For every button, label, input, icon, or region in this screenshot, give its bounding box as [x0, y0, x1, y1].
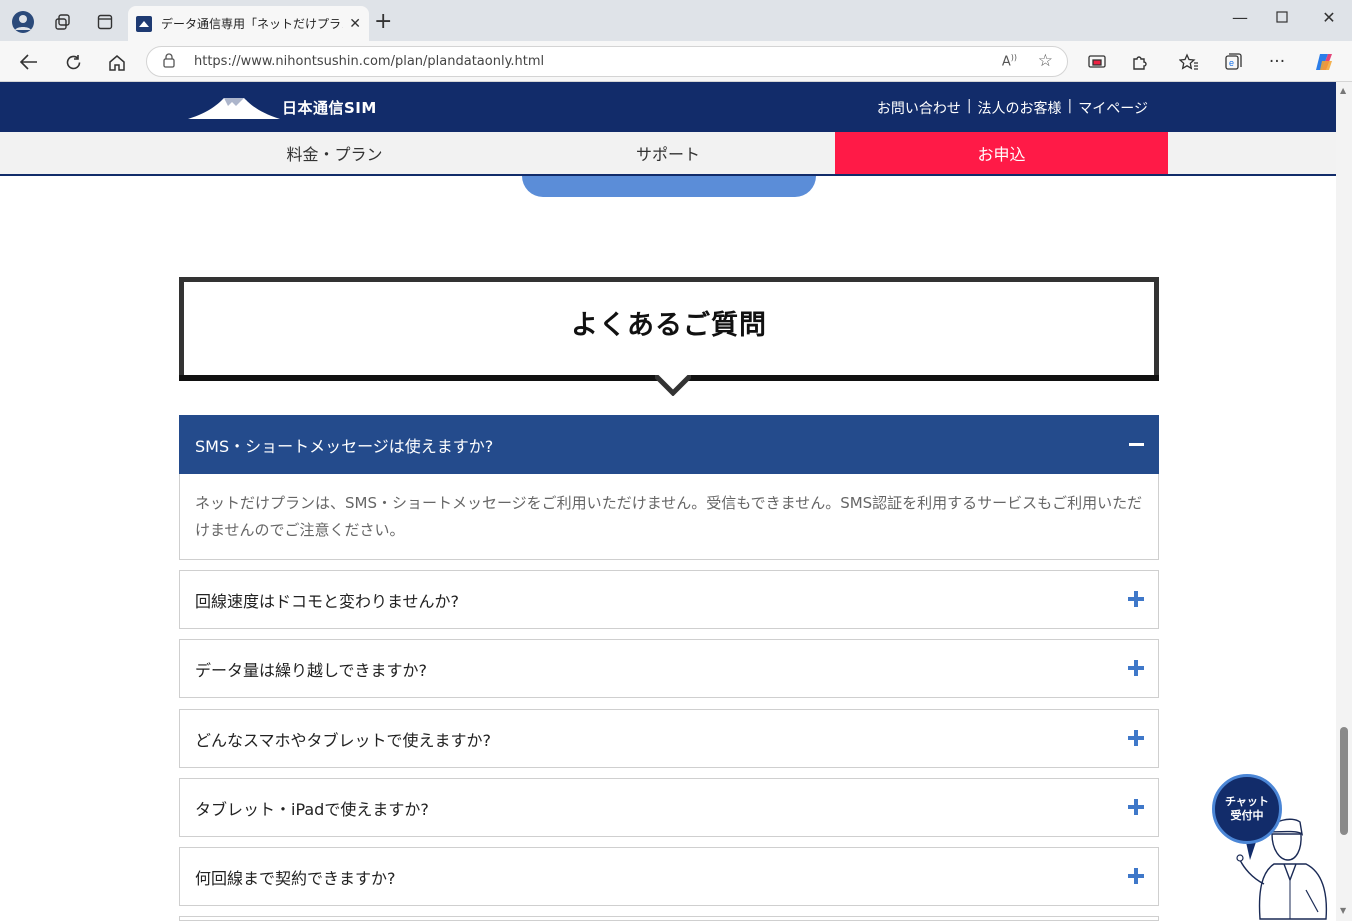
corporate-link[interactable]: 法人のお客様 — [978, 98, 1062, 118]
favorites-icon[interactable] — [1175, 49, 1203, 75]
header-links: お問い合わせ | 法人のお客様 | マイページ — [877, 98, 1148, 118]
faq-title: よくあるご質問 — [571, 310, 767, 341]
maximize-icon[interactable] — [1267, 8, 1297, 27]
faq-question-text: 何回線まで契約できますか? — [195, 868, 396, 888]
mypage-link[interactable]: マイページ — [1078, 98, 1148, 118]
nav-apply[interactable]: お申込 — [835, 132, 1168, 174]
site-favicon-icon — [136, 15, 152, 32]
faq-question[interactable]: データ量は繰り越しできますか? — [179, 639, 1159, 698]
nav-support[interactable]: サポート — [501, 132, 835, 174]
tab-actions-icon[interactable] — [91, 8, 119, 36]
close-window-icon[interactable]: ✕ — [1314, 8, 1344, 27]
faq-question[interactable]: どんなスマホやタブレットで使えますか? — [179, 709, 1159, 768]
expand-plus-icon[interactable] — [1128, 868, 1144, 884]
expand-plus-icon[interactable] — [1128, 660, 1144, 676]
faq-heading-arrow-icon — [655, 371, 691, 396]
lock-icon[interactable] — [163, 53, 175, 72]
faq-question-open[interactable]: SMS・ショートメッセージは使えますか? — [179, 415, 1159, 474]
chat-label-line2: 受付中 — [1230, 809, 1264, 822]
site-nav: 料金・プラン サポート お申込 — [0, 132, 1336, 176]
faq-question-partial[interactable] — [179, 916, 1159, 921]
workspaces-icon[interactable] — [49, 8, 77, 36]
link-separator: | — [1067, 98, 1073, 114]
new-tab-icon[interactable]: + — [374, 10, 392, 34]
faq-question-text: どんなスマホやタブレットで使えますか? — [195, 730, 492, 750]
faq-question[interactable]: タブレット・iPadで使えますか? — [179, 778, 1159, 837]
browser-toolbar: https://www.nihontsushin.com/plan/planda… — [0, 41, 1352, 82]
home-icon[interactable] — [103, 49, 131, 75]
faq-answer: ネットだけプランは、SMS・ショートメッセージをご利用いただけません。受信もでき… — [179, 474, 1159, 560]
section-button-bottom[interactable] — [522, 176, 816, 197]
address-bar[interactable]: https://www.nihontsushin.com/plan/planda… — [146, 46, 1068, 77]
site-header: 日本通信SIM お問い合わせ | 法人のお客様 | マイページ — [0, 82, 1336, 132]
chat-button[interactable]: チャット 受付中 — [1212, 774, 1282, 844]
faq-question-text: タブレット・iPadで使えますか? — [195, 799, 429, 819]
faq-question-text: 回線速度はドコモと変わりませんか? — [195, 591, 460, 611]
collapse-minus-icon[interactable] — [1129, 443, 1144, 446]
refresh-icon[interactable] — [59, 49, 87, 75]
expand-plus-icon[interactable] — [1128, 730, 1144, 746]
back-icon[interactable] — [15, 49, 43, 75]
copilot-icon[interactable] — [1310, 49, 1338, 75]
logo-text: 日本通信SIM — [282, 98, 377, 117]
faq-question[interactable]: 回線速度はドコモと変わりませんか? — [179, 570, 1159, 629]
favorite-star-icon[interactable]: ☆ — [1038, 51, 1053, 71]
chat-widget[interactable]: チャット 受付中 — [1206, 772, 1336, 921]
more-options-icon[interactable]: ··· — [1263, 49, 1291, 75]
tab-close-icon[interactable]: ✕ — [349, 16, 361, 32]
cast-icon[interactable] — [1083, 49, 1111, 75]
tab-title: データ通信専用「ネットだけプラン」| E — [161, 17, 343, 31]
collections-icon[interactable]: e — [1219, 49, 1247, 75]
site-logo[interactable]: 日本通信SIM — [188, 93, 377, 121]
scrollbar-thumb[interactable] — [1340, 727, 1348, 835]
faq-question[interactable]: 何回線まで契約できますか? — [179, 847, 1159, 906]
link-separator: | — [966, 98, 972, 114]
active-tab[interactable]: データ通信専用「ネットだけプラン」| E ✕ — [128, 6, 369, 41]
expand-plus-icon[interactable] — [1128, 799, 1144, 815]
chat-label-line1: チャット — [1225, 795, 1269, 808]
svg-text:e: e — [1229, 58, 1234, 68]
scroll-up-arrow-icon[interactable]: ▲ — [1340, 86, 1346, 95]
nav-plans[interactable]: 料金・プラン — [168, 132, 501, 174]
url-text[interactable]: https://www.nihontsushin.com/plan/planda… — [194, 54, 544, 69]
extensions-icon[interactable] — [1126, 49, 1154, 75]
read-aloud-icon[interactable]: A)) — [1002, 53, 1017, 69]
faq-question-text: データ量は繰り越しできますか? — [195, 660, 428, 680]
expand-plus-icon[interactable] — [1128, 591, 1144, 607]
profile-avatar-icon[interactable] — [9, 8, 37, 36]
scroll-down-arrow-icon[interactable]: ▼ — [1340, 906, 1346, 915]
faq-question-text: SMS・ショートメッセージは使えますか? — [195, 436, 494, 456]
mount-fuji-logo-icon — [188, 98, 280, 119]
minimize-icon[interactable]: — — [1225, 8, 1255, 27]
browser-tab-bar: データ通信専用「ネットだけプラン」| E ✕ + — ✕ — [0, 0, 1352, 41]
contact-link[interactable]: お問い合わせ — [877, 98, 961, 118]
